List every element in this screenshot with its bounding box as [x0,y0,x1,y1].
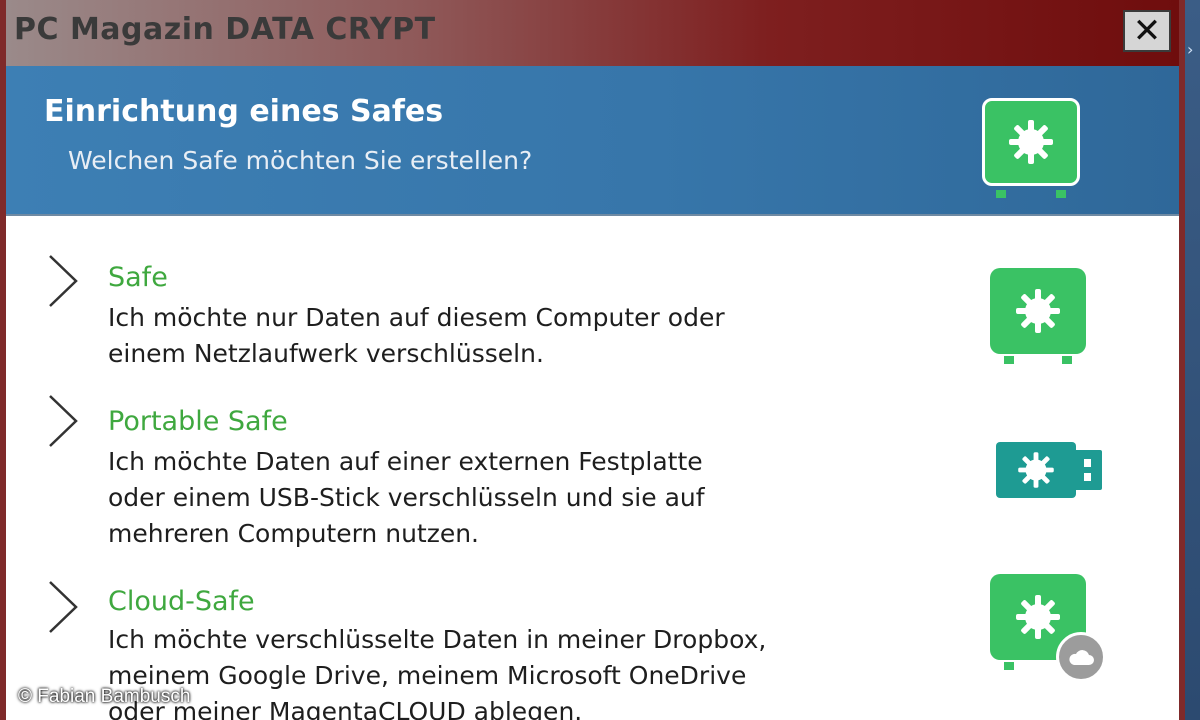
background-window-edge: › [1185,0,1200,720]
description-line: Ich möchte Daten auf einer externen Fest… [108,447,703,476]
close-icon: ✕ [1132,11,1162,51]
description-line: Ich möchte nur Daten auf diesem Computer… [108,303,725,332]
chevron-right-icon [49,581,78,633]
description-line: meinem Google Drive, meinem Microsoft On… [108,661,747,690]
chevron-right-icon: › [1187,40,1194,59]
close-button[interactable]: ✕ [1123,10,1171,52]
description-line: mehreren Computern nutzen. [108,519,480,548]
dialog-window: PC Magazin DATA CRYPT ✕ Einrichtung eine… [0,0,1185,720]
page-title: Einrichtung eines Safes [44,94,444,129]
description-line: Ich möchte verschlüsselte Daten in meine… [108,625,767,654]
safe-foot [1004,662,1014,670]
wizard-header: Einrichtung eines Safes Welchen Safe möc… [6,66,1179,216]
chevron-right-icon [49,395,78,447]
description-line: oder meiner MagentaCLOUD ablegen. [108,697,583,720]
safe-foot [1004,356,1014,364]
safe-icon [990,268,1088,364]
option-title[interactable]: Safe [108,262,168,293]
safe-foot [1056,190,1066,198]
copyright-watermark: © Fabian Bambusch [18,686,191,707]
title-bar[interactable]: PC Magazin DATA CRYPT ✕ [6,0,1179,66]
option-title[interactable]: Cloud-Safe [108,586,255,617]
chevron-right-icon [49,255,78,307]
cloud-icon [1056,632,1106,682]
page-subtitle: Welchen Safe möchten Sie erstellen? [68,146,533,175]
option-description: Ich möchte Daten auf einer externen Fest… [108,444,808,552]
safe-icon [982,98,1082,198]
option-description: Ich möchte verschlüsselte Daten in meine… [108,622,808,720]
option-title[interactable]: Portable Safe [108,406,288,437]
description-line: oder einem USB-Stick verschlüsseln und s… [108,483,705,512]
option-description: Ich möchte nur Daten auf diesem Computer… [108,300,808,372]
window-title: PC Magazin DATA CRYPT [14,12,436,47]
description-line: einem Netzlaufwerk verschlüsseln. [108,339,544,368]
usb-safe-icon [996,436,1108,500]
safe-foot [1062,356,1072,364]
safe-foot [996,190,1006,198]
